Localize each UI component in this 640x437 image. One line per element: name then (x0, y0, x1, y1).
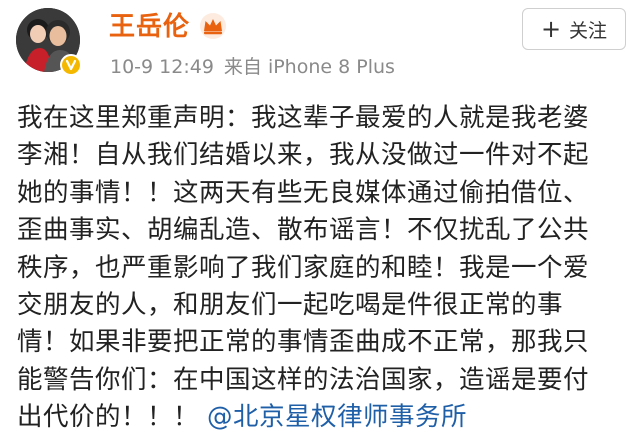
follow-button[interactable]: + 关注 (522, 8, 626, 50)
content-line: 秩序，也严重影响了我们家庭的和睦！我是一个爱 (17, 252, 590, 283)
post-meta: 10-9 12:49 来自 iPhone 8 Plus (110, 54, 395, 80)
content-line: 我在这里郑重声明：我这辈子最爱的人就是我老婆 (17, 103, 590, 133)
content-line: 能警告你们：在中国这样的法治国家，造谣是要付 (17, 364, 590, 395)
content-line: 歪曲事实、胡编乱造、散布谣言！不仅扰乱了公共 (17, 215, 590, 246)
username[interactable]: 王岳伦 (109, 10, 190, 44)
content-line-text: 出代价的！！！ (17, 402, 200, 433)
content-line: 李湘！自从我们结婚以来，我从没做过一件对不起 (17, 140, 590, 171)
source-prefix: 来自 (223, 56, 262, 78)
mention-link[interactable]: @北京星权律师事务所 (207, 402, 467, 432)
content-line: 情！如果非要把正常的事情歪曲成不正常，那我只 (17, 327, 590, 358)
verified-badge-icon (60, 54, 82, 76)
crown-icon[interactable] (198, 12, 228, 40)
post-time: 10-9 12:49 (110, 56, 214, 78)
plus-icon: + (540, 15, 562, 43)
follow-label: 关注 (569, 19, 608, 42)
source-device[interactable]: iPhone 8 Plus (268, 56, 395, 78)
content-line: 交朋友的人，和朋友们一起吃喝是件很正常的事 (17, 289, 564, 320)
content-line: 她的事情！！这两天有些无良媒体通过偷拍借位、 (17, 177, 590, 208)
content-line-last: 出代价的！！！ @北京星权律师事务所 (17, 399, 629, 436)
post-content: 我在这里郑重声明：我这辈子最爱的人就是我老婆 李湘！自从我们结婚以来，我从没做过… (17, 100, 629, 437)
weibo-post: 王岳伦 10-9 12:49 来自 iPhone 8 Plus + 关注 我在这里郑… (0, 0, 640, 432)
